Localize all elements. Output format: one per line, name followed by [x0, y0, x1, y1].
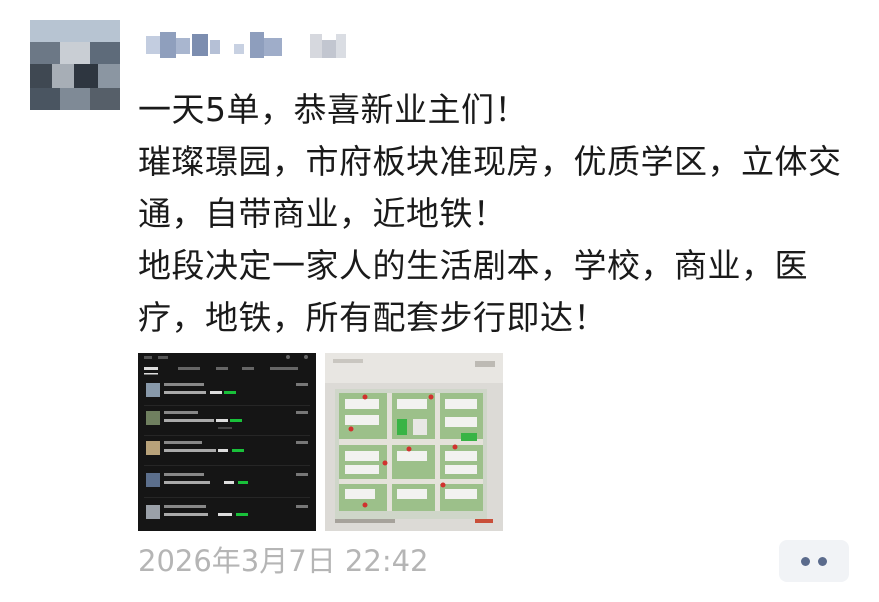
post-timestamp: 2026年3月7日 22:42: [138, 544, 429, 578]
author-name-blur: [146, 32, 346, 58]
avatar-image: [30, 20, 120, 110]
image-thumbnail-site-plan[interactable]: [325, 353, 503, 531]
image-thumbnail-chat-screenshot[interactable]: [138, 353, 316, 531]
site-plan-image: [325, 353, 503, 531]
more-actions-button[interactable]: [779, 540, 849, 582]
chat-screenshot-image: [138, 353, 316, 531]
author-name[interactable]: [138, 26, 368, 66]
post-line: 璀璨璟园，市府板块准现房，优质学区，立体交通，自带商业，近地铁！: [138, 142, 842, 233]
post-text: 一天5单，恭喜新业主们！ 璀璨璟园，市府板块准现房，优质学区，立体交通，自带商业…: [138, 84, 868, 344]
avatar[interactable]: [30, 20, 120, 110]
post-line: 一天5单，恭喜新业主们！: [138, 90, 528, 129]
post-line: 地段决定一家人的生活剧本，学校，商业，医疗，地铁，所有配套步行即达！: [138, 246, 808, 337]
